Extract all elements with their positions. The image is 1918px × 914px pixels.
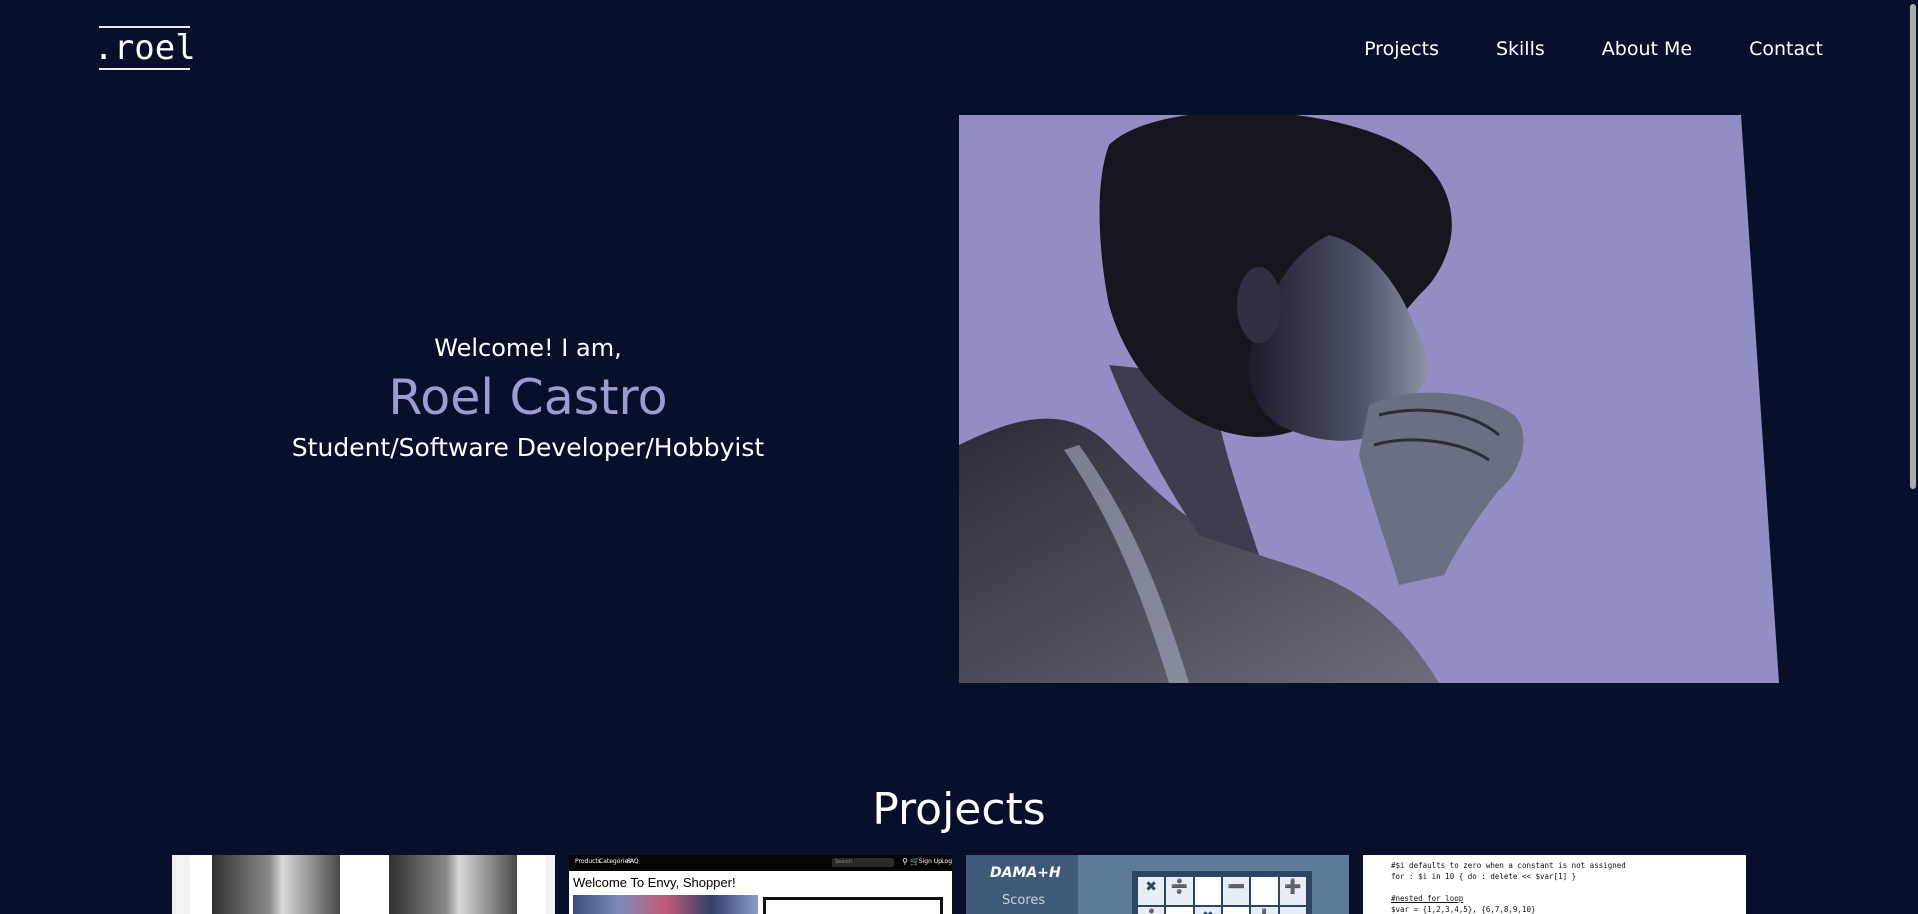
project-card-2[interactable]: Products Categories FAQ Search ⚲ 🛒 Sign … [569, 855, 952, 914]
shop-navbar: Products Categories FAQ Search ⚲ 🛒 Sign … [569, 855, 952, 871]
nav-link-projects[interactable]: Projects [1364, 36, 1439, 62]
logo-text: .roel [93, 28, 196, 68]
shop-search-input: Search [832, 858, 894, 867]
shop-login-link: Log [941, 858, 952, 865]
project-card-4[interactable]: #$i defaults to zero when a constant is … [1363, 855, 1746, 914]
shop-banner-image [573, 895, 758, 914]
projects-grid: Products Categories FAQ Search ⚲ 🛒 Sign … [172, 855, 1746, 914]
board-cell: ✖ [1138, 877, 1165, 905]
hero-role: Student/Software Developer/Hobbyist [291, 433, 765, 462]
nav-link-about-me[interactable]: About Me [1602, 36, 1692, 62]
product-photo [389, 855, 517, 914]
project-card-1[interactable] [172, 855, 555, 914]
shop-welcome-heading: Welcome To Envy, Shopper! [573, 875, 736, 890]
hero-greeting: Welcome! I am, [434, 334, 622, 362]
board-cell: ➖ [1223, 877, 1250, 905]
board-cell [1194, 877, 1221, 905]
board-cell: ➕ [1279, 877, 1306, 905]
projects-section-title: Projects [872, 784, 1046, 835]
code-line: #$i defaults to zero when a constant is … [1391, 861, 1626, 870]
project-card-3[interactable]: DAMA+H Scores ✖ ➗ ➖ ➕ ➗ ✖ ➕ ➖ [966, 855, 1349, 914]
page-scrollbar[interactable] [1906, 0, 1918, 914]
board-cell [1251, 877, 1278, 905]
hero-name: Roel Castro [388, 369, 668, 426]
main-nav: Projects Skills About Me Contact [1364, 36, 1823, 62]
site-logo[interactable]: .roel [93, 26, 196, 70]
search-icon: ⚲ [902, 857, 908, 866]
code-line: $var = {1,2,3,4,5}, {6,7,8,9,10} [1391, 905, 1536, 914]
board-cell [1223, 907, 1250, 914]
board-cell [1166, 907, 1193, 914]
board-cell: ➗ [1166, 877, 1193, 905]
game-scores-label: Scores [1002, 893, 1046, 908]
portrait-image [959, 115, 1779, 683]
game-brand: DAMA+H [990, 865, 1061, 881]
shop-product-frame [763, 897, 943, 914]
game-sidebar: DAMA+H Scores [966, 855, 1078, 914]
code-line: #nested for loop [1391, 894, 1464, 903]
shop-signup-link: Sign Up [918, 858, 942, 865]
nav-link-skills[interactable]: Skills [1496, 36, 1545, 62]
board-cell: ➕ [1251, 907, 1278, 914]
game-board: ✖ ➗ ➖ ➕ ➗ ✖ ➕ ➖ [1132, 871, 1312, 914]
scrollbar-thumb[interactable] [1910, 4, 1916, 489]
shop-nav-products: Products [575, 858, 601, 865]
code-line: for : $i in 10 { do : delete << $var[1] … [1391, 872, 1577, 881]
code-snippet: #$i defaults to zero when a constant is … [1391, 860, 1626, 914]
page: .roel Projects Skills About Me Contact W… [0, 0, 1918, 914]
shop-nav-faq: FAQ [627, 858, 639, 865]
product-photo [212, 855, 340, 914]
hero-intro: Welcome! I am, Roel Castro Student/Softw… [248, 330, 808, 466]
board-cell: ✖ [1194, 907, 1221, 914]
nav-link-contact[interactable]: Contact [1749, 36, 1823, 62]
board-cell: ➖ [1279, 907, 1306, 914]
board-cell: ➗ [1138, 907, 1165, 914]
